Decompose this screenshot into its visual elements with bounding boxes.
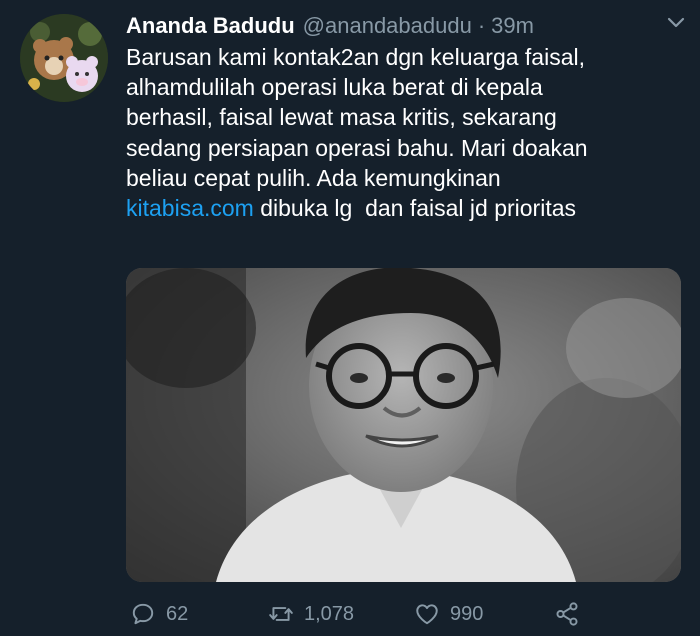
tweet-text-line-rest: dibuka lg dan faisal jd prioritas	[253, 195, 577, 222]
reply-count: 62	[166, 602, 189, 625]
like-count: 990	[450, 602, 484, 625]
avatar[interactable]	[20, 14, 108, 102]
photo-image	[126, 268, 681, 582]
tweet-text-line: sedang persiapan operasi bahu. Mari doak…	[126, 134, 588, 161]
author-handle[interactable]: @anandabadudu	[303, 10, 472, 42]
tweet-text-line: berhasil, faisal lewat masa kritis, seka…	[126, 104, 557, 131]
tweet-link[interactable]: kitabisa.com	[126, 195, 254, 221]
reply-icon	[132, 603, 154, 625]
retweet-count: 1,078	[304, 602, 355, 625]
tweet-text-line: alhamdulilah operasi luka berat di kepal…	[126, 74, 543, 101]
tweet-text: Barusan kami kontak2an dgn keluarga fais…	[126, 42, 686, 223]
avatar-image	[20, 14, 108, 102]
author-name[interactable]: Ananda Badudu	[126, 10, 295, 42]
share-button[interactable]	[554, 596, 590, 632]
tweet-text-line: Barusan kami kontak2an dgn keluarga fais…	[126, 44, 586, 70]
tweet-actions: 62 1,078 990	[126, 596, 686, 632]
heart-icon	[416, 604, 438, 625]
tweet[interactable]: Ananda Badudu @anandabadudu · 39m Barusa…	[0, 0, 700, 636]
tweet-text-last-line: kitabisa.com dibuka lg dan faisal jd pri…	[126, 193, 686, 223]
retweet-button[interactable]: 1,078	[268, 596, 354, 632]
timestamp[interactable]: 39m	[491, 10, 534, 42]
tweet-text-line: beliau cepat pulih. Ada kemungkinan	[126, 164, 501, 191]
header-separator: ·	[477, 13, 486, 38]
tweet-photo[interactable]	[126, 268, 681, 582]
reply-button[interactable]: 62	[130, 596, 188, 632]
chevron-down-icon[interactable]	[666, 16, 686, 30]
tweet-header: Ananda Badudu @anandabadudu · 39m	[126, 10, 656, 42]
share-icon	[556, 602, 578, 626]
retweet-icon	[269, 607, 293, 621]
like-button[interactable]: 990	[414, 596, 483, 632]
